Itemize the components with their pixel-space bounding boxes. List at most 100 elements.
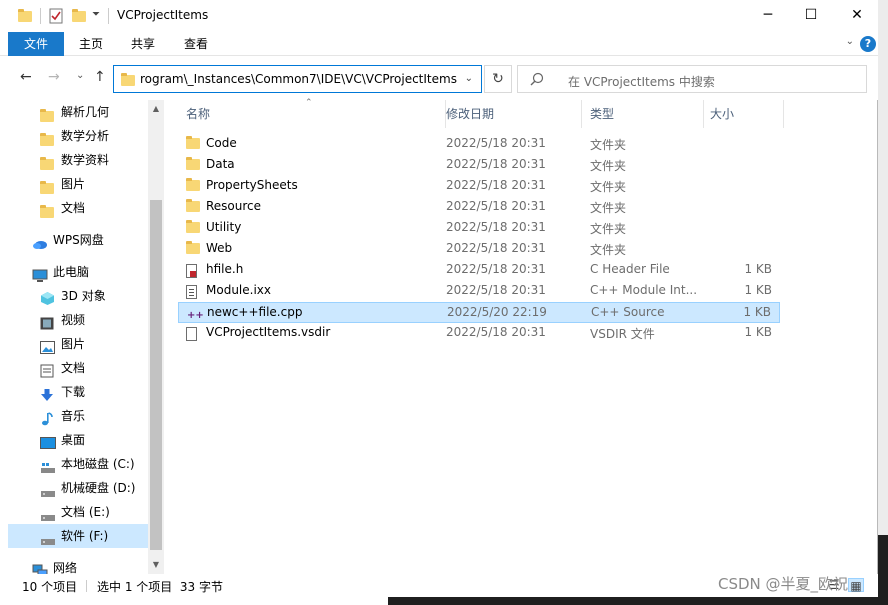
file-size: 1 KB: [744, 262, 772, 276]
customize-toolbar-icon[interactable]: ⏷: [92, 9, 100, 20]
file-type: C Header File: [590, 262, 670, 276]
file-list: ⌃ 名称 修改日期 类型 大小 Code 2022/5/18 20:31 文件夹 Da…: [168, 98, 878, 574]
sidebar-item-label: 解析几何: [61, 105, 110, 119]
sidebar-item[interactable]: 桌面: [8, 428, 148, 452]
sidebar-scrollbar[interactable]: ▲ ▼: [148, 100, 164, 574]
scrollbar-thumb[interactable]: [150, 200, 162, 550]
sidebar-item-label: 文档: [61, 361, 86, 375]
column-header-date[interactable]: 修改日期: [438, 100, 582, 128]
file-name: Data: [206, 157, 235, 171]
sidebar-item[interactable]: 3D 对象: [8, 284, 148, 308]
sidebar-item[interactable]: 下载: [8, 380, 148, 404]
sidebar-item[interactable]: WPS网盘: [8, 228, 148, 252]
folder-icon: [186, 136, 200, 152]
sidebar-item-label: 此电脑: [53, 265, 90, 279]
sidebar-item[interactable]: 音乐: [8, 404, 148, 428]
navigation-pane: 解析几何 数学分析 数学资料 图片 文档 WPS网盘 此电脑 3D 对象 视频 图片 文档 下载 音乐桌…: [8, 100, 164, 574]
file-date: 2022/5/18 20:31: [446, 136, 546, 150]
sidebar-item-label: 软件 (F:): [61, 529, 109, 543]
tab-share[interactable]: 共享: [122, 32, 164, 56]
minimize-button[interactable]: ─: [745, 0, 791, 32]
documents-icon: [40, 362, 54, 378]
search-box[interactable]: 在 VCProjectItems 中搜索: [517, 65, 867, 93]
file-row[interactable]: Module.ixx 2022/5/18 20:31 C++ Module Int.…: [178, 281, 780, 302]
back-button[interactable]: ←: [20, 69, 32, 85]
download-icon: [40, 386, 54, 401]
file-name: VCProjectItems.vsdir: [206, 325, 331, 339]
sidebar-item[interactable]: 此电脑: [8, 260, 148, 284]
tab-file[interactable]: 文件: [8, 32, 64, 56]
properties-icon[interactable]: [49, 8, 63, 24]
sidebar-item[interactable]: 图片: [8, 332, 148, 356]
desktop-icon: [40, 434, 56, 449]
file-size: 1 KB: [743, 305, 771, 319]
sidebar-item[interactable]: 文档: [8, 356, 148, 380]
file-type: 文件夹: [590, 138, 627, 152]
search-input[interactable]: 在 VCProjectItems 中搜索: [568, 73, 715, 90]
ribbon-tabs: 文件 主页 共享 查看 ⌄ ?: [0, 32, 878, 56]
tab-view[interactable]: 查看: [175, 32, 217, 56]
column-header-type[interactable]: 类型: [582, 100, 704, 128]
file-row[interactable]: hfile.h 2022/5/18 20:31 C Header File 1 KB: [178, 260, 780, 281]
file-type: C++ Source: [591, 305, 665, 319]
up-button[interactable]: ↑: [94, 69, 106, 85]
sidebar-item[interactable]: 数学资料: [8, 148, 148, 172]
folder-icon: [186, 157, 200, 173]
file-row[interactable]: VCProjectItems.vsdir 2022/5/18 20:31 VSDIR…: [178, 323, 780, 344]
file-type: VSDIR 文件: [590, 327, 655, 341]
expand-ribbon-icon[interactable]: ⌄: [846, 36, 854, 47]
close-button[interactable]: ✕: [834, 0, 880, 32]
file-type: 文件夹: [590, 201, 627, 215]
file-name: Web: [206, 241, 233, 255]
file-row[interactable]: Data 2022/5/18 20:31 文件夹: [178, 155, 780, 176]
file-row[interactable]: Code 2022/5/18 20:31 文件夹: [178, 134, 780, 155]
sidebar-item-label: 机械硬盘 (D:): [61, 481, 136, 495]
sidebar-item-label: 本地磁盘 (C:): [61, 457, 135, 471]
column-header-size[interactable]: 大小: [702, 100, 784, 128]
file-date: 2022/5/18 20:31: [446, 262, 546, 276]
folder-icon: [186, 199, 200, 215]
refresh-button[interactable]: ↻: [484, 65, 512, 93]
address-path[interactable]: rogram\_Instances\Common7\IDE\VC\VCProje…: [140, 72, 457, 86]
file-size: 1 KB: [744, 283, 772, 297]
divider: [40, 8, 41, 24]
sidebar-item[interactable]: 机械硬盘 (D:): [8, 476, 148, 500]
chevron-down-icon[interactable]: ⌄: [465, 73, 473, 84]
file-row[interactable]: ++ newc++file.cpp 2022/5/20 22:19 C++ Sourc…: [178, 302, 780, 323]
sidebar-item-label: 文档: [61, 201, 86, 215]
sidebar-item[interactable]: 视频: [8, 308, 148, 332]
scroll-down-icon[interactable]: ▼: [148, 560, 164, 569]
file-row[interactable]: Utility 2022/5/18 20:31 文件夹: [178, 218, 780, 239]
sidebar-item[interactable]: 数学分析: [8, 124, 148, 148]
sidebar-item[interactable]: 本地磁盘 (C:): [8, 452, 148, 476]
file-date: 2022/5/20 22:19: [447, 305, 547, 319]
file-row[interactable]: Resource 2022/5/18 20:31 文件夹: [178, 197, 780, 218]
sidebar-item[interactable]: 文档 (E:): [8, 500, 148, 524]
file-type: 文件夹: [590, 222, 627, 236]
column-header-name[interactable]: 名称: [178, 100, 446, 128]
file-row[interactable]: Web 2022/5/18 20:31 文件夹: [178, 239, 780, 260]
sidebar-item[interactable]: 软件 (F:): [8, 524, 148, 548]
new-folder-icon[interactable]: [72, 8, 86, 22]
pictures-icon: [40, 338, 55, 354]
sidebar-item[interactable]: 网络: [8, 556, 148, 574]
file-date: 2022/5/18 20:31: [446, 157, 546, 171]
recent-locations-button[interactable]: ⌄: [76, 70, 84, 81]
folder-icon: [40, 154, 54, 170]
sidebar-item-label: 数学资料: [61, 153, 110, 167]
help-button[interactable]: ?: [860, 36, 876, 52]
maximize-button[interactable]: ☐: [788, 0, 834, 32]
sidebar-item[interactable]: 解析几何: [8, 100, 148, 124]
forward-button[interactable]: →: [48, 69, 60, 85]
file-date: 2022/5/18 20:31: [446, 283, 546, 297]
background-strip: [878, 0, 888, 605]
address-bar[interactable]: rogram\_Instances\Common7\IDE\VC\VCProje…: [113, 65, 482, 93]
sidebar-item[interactable]: 文档: [8, 196, 148, 220]
file-row[interactable]: PropertySheets 2022/5/18 20:31 文件夹: [178, 176, 780, 197]
file-date: 2022/5/18 20:31: [446, 220, 546, 234]
large-icons-view-icon[interactable]: ▦: [848, 578, 864, 593]
tab-home[interactable]: 主页: [70, 32, 112, 56]
background-dark-strip: [878, 535, 888, 605]
sidebar-item[interactable]: 图片: [8, 172, 148, 196]
scroll-up-icon[interactable]: ▲: [148, 104, 164, 113]
